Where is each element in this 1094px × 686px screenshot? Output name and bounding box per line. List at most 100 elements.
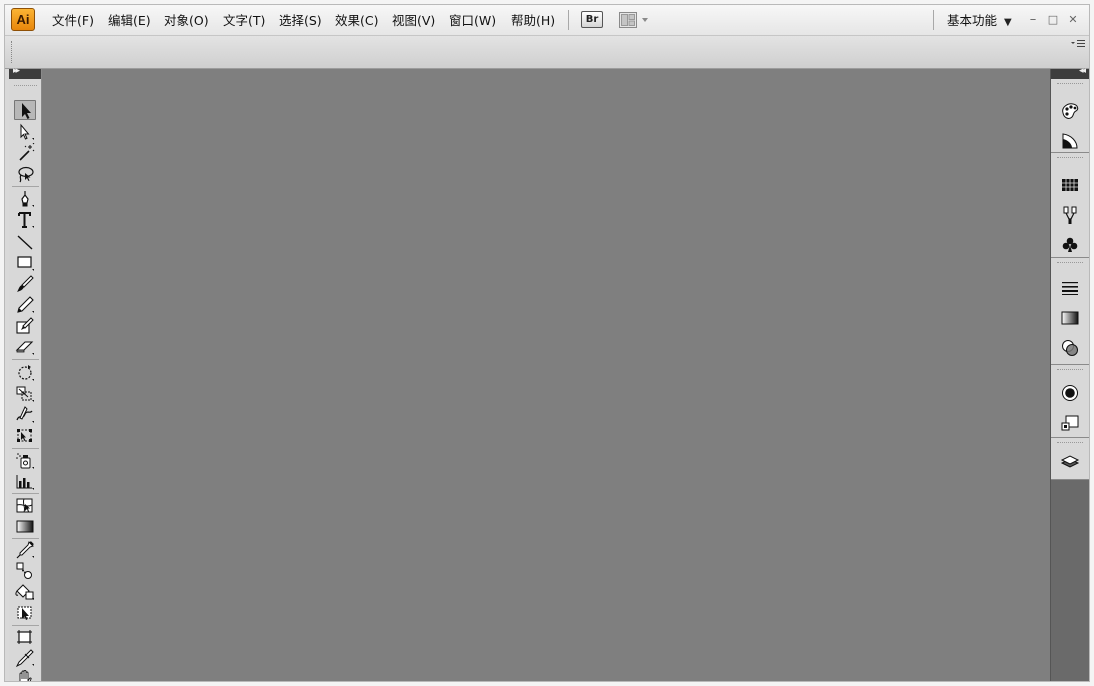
panel-grip[interactable]: [1057, 262, 1083, 263]
layers-button[interactable]: [1060, 452, 1080, 472]
brushes-icon: [1063, 206, 1077, 224]
menu-help[interactable]: 帮助(H): [511, 5, 555, 36]
app-logo: Ai: [11, 8, 35, 31]
dock-header[interactable]: ◂◂: [1051, 66, 1089, 79]
selection-tool-icon: [22, 103, 31, 119]
stroke-button[interactable]: [1060, 278, 1080, 298]
live-paint-selection-tool-icon: [17, 606, 32, 620]
control-bar: [5, 36, 1089, 69]
minimize-button[interactable]: –: [1024, 5, 1042, 36]
tool-separator: [12, 493, 39, 494]
tool-separator: [12, 448, 39, 449]
gradient-panel-button[interactable]: [1060, 308, 1080, 328]
warp-tool[interactable]: [14, 405, 36, 425]
symbol-sprayer-tool-icon: [16, 453, 34, 469]
eyedropper-tool-icon: [16, 541, 34, 559]
close-button[interactable]: ✕: [1064, 5, 1082, 36]
scale-tool[interactable]: [14, 384, 36, 404]
panel-grip[interactable]: [1057, 442, 1083, 443]
menu-file[interactable]: 文件(F): [52, 5, 94, 36]
menu-object[interactable]: 对象(O): [164, 5, 209, 36]
brushes-button[interactable]: [1060, 205, 1080, 225]
dock-group-layers: [1051, 438, 1089, 480]
live-paint-bucket-tool[interactable]: [14, 582, 36, 602]
scale-tool-icon: [16, 386, 34, 402]
menu-view[interactable]: 视图(V): [392, 5, 435, 36]
transparency-button[interactable]: [1060, 338, 1080, 358]
menu-bar: Ai 文件(F) 编辑(E) 对象(O) 文字(T) 选择(S) 效果(C) 视…: [5, 5, 1089, 36]
blend-tool[interactable]: [14, 561, 36, 581]
hand-tool[interactable]: [14, 668, 36, 681]
rectangle-tool[interactable]: [14, 253, 36, 273]
column-graph-tool[interactable]: [14, 472, 36, 492]
menu-window[interactable]: 窗口(W): [449, 5, 496, 36]
warp-tool-icon: [16, 406, 34, 423]
appearance-button[interactable]: [1060, 383, 1080, 403]
menu-edit[interactable]: 编辑(E): [108, 5, 151, 36]
workspace-switcher[interactable]: 基本功能 ▼: [947, 5, 1012, 36]
mesh-tool-icon: [16, 498, 33, 513]
blob-brush-tool-icon: [16, 317, 34, 334]
dock-group-stroke: [1051, 258, 1089, 365]
selection-tool[interactable]: [14, 100, 36, 120]
slice-tool[interactable]: [14, 648, 36, 668]
arrange-documents-button[interactable]: [619, 12, 651, 28]
tool-separator: [12, 186, 39, 187]
panel-grip[interactable]: [1057, 369, 1083, 370]
swatches-icon: [1062, 179, 1078, 191]
direct-selection-tool[interactable]: [14, 122, 36, 142]
color-panel-button[interactable]: [1060, 101, 1080, 121]
panel-grip[interactable]: [1057, 83, 1083, 84]
menu-select[interactable]: 选择(S): [279, 5, 322, 36]
eraser-tool[interactable]: [14, 337, 36, 357]
free-transform-tool-icon: [17, 429, 32, 442]
gradient-tool[interactable]: [14, 517, 36, 537]
paintbrush-tool[interactable]: [14, 274, 36, 294]
dock-group-color: [1051, 79, 1089, 153]
panel-menu-icon[interactable]: [1071, 39, 1085, 50]
chevron-down-icon: ▼: [1004, 17, 1012, 28]
panel-grip[interactable]: [14, 85, 37, 89]
type-tool[interactable]: [14, 210, 36, 230]
blob-brush-tool[interactable]: [14, 316, 36, 336]
symbols-button[interactable]: [1060, 235, 1080, 255]
pen-tool-icon: [21, 191, 34, 207]
tool-separator: [12, 625, 39, 626]
dock-group-appearance: [1051, 365, 1089, 438]
graphic-styles-button[interactable]: [1060, 413, 1080, 433]
symbol-sprayer-tool[interactable]: [14, 451, 36, 471]
pen-tool[interactable]: [14, 189, 36, 209]
expand-panels-icon[interactable]: ◂◂: [1079, 66, 1086, 76]
control-bar-grip[interactable]: [11, 41, 14, 63]
line-segment-tool[interactable]: [14, 232, 36, 252]
tools-panel-header[interactable]: ▸▸: [9, 66, 41, 79]
panel-grip[interactable]: [1057, 157, 1083, 158]
dock-group-swatches: [1051, 153, 1089, 258]
rotate-tool-icon: [18, 365, 34, 381]
rotate-tool[interactable]: [14, 363, 36, 383]
free-transform-tool[interactable]: [14, 426, 36, 446]
magic-wand-tool[interactable]: [14, 143, 36, 163]
eraser-tool-icon: [15, 341, 34, 355]
maximize-button[interactable]: □: [1044, 5, 1062, 36]
eyedropper-tool[interactable]: [14, 540, 36, 560]
color-panel-icon: [1062, 103, 1079, 119]
transparency-icon: [1062, 340, 1078, 356]
live-paint-selection-tool[interactable]: [14, 603, 36, 623]
document-canvas-area[interactable]: [42, 69, 1050, 681]
pencil-tool[interactable]: [14, 295, 36, 315]
artboard-tool[interactable]: [14, 627, 36, 647]
artboard-tool-icon: [17, 630, 32, 644]
bridge-button[interactable]: Br: [581, 11, 603, 28]
color-guide-button[interactable]: [1060, 131, 1080, 151]
menu-effect[interactable]: 效果(C): [335, 5, 378, 36]
swatches-button[interactable]: [1060, 175, 1080, 195]
collapse-panel-icon[interactable]: ▸▸: [13, 66, 20, 76]
line-segment-tool-icon: [17, 235, 33, 250]
lasso-tool-icon: [18, 166, 34, 183]
menu-type[interactable]: 文字(T): [223, 5, 265, 36]
lasso-tool[interactable]: [14, 164, 36, 184]
color-guide-icon: [1062, 133, 1078, 149]
mesh-tool[interactable]: [14, 496, 36, 516]
workspace-label: 基本功能: [947, 13, 998, 28]
